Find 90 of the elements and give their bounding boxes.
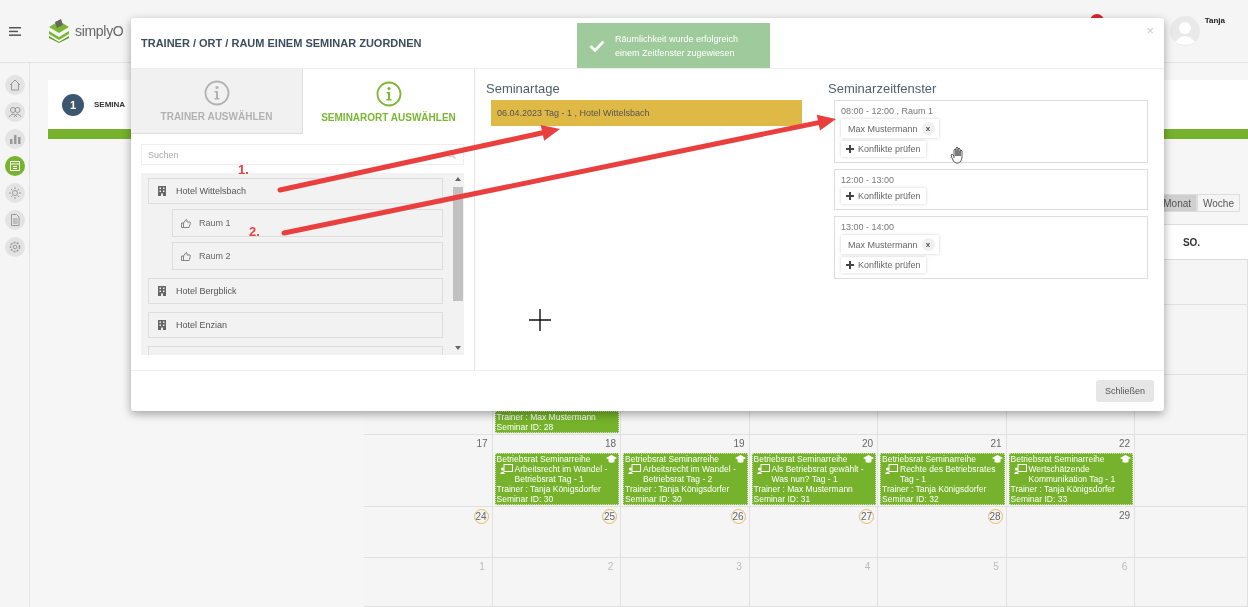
presentation-icon <box>499 464 513 474</box>
graduation-cap-icon <box>1120 455 1131 463</box>
event-trainer: Trainer : Max Mustermann <box>496 412 597 422</box>
annotation-label: 2. <box>249 224 260 239</box>
info-icon <box>375 80 402 107</box>
event-trainer: Trainer : Tanja Königsdorfer <box>625 484 731 494</box>
graduation-cap-icon <box>606 455 617 463</box>
presentation-icon <box>1013 464 1027 474</box>
gear-icon[interactable] <box>4 237 25 257</box>
day-number[interactable]: 29 <box>1118 509 1131 522</box>
step-number[interactable]: 1 <box>62 93 84 116</box>
search-icon[interactable] <box>447 150 456 159</box>
annotation-label: 1. <box>238 162 249 177</box>
toast-message: Räumlichkeit wurde erfolgreich einem Zeitfenster zugewiesen <box>615 32 740 60</box>
event-title: Wertschätzende Kommunikation Tag - 1 <box>1028 464 1117 484</box>
event-trainer: Trainer : Max Mustermann <box>753 484 854 494</box>
dialog-title: TRAINER / ORT / RAUM EINEM SEMINAR ZUORDNEN <box>141 37 422 49</box>
info-icon <box>203 80 230 106</box>
event-seminar-id: Seminar ID: 32 <box>882 494 940 504</box>
day-number[interactable]: 22 <box>1118 437 1131 450</box>
time-slot-label: 08:00 - 12:00 , Raum 1 <box>841 106 934 116</box>
location-item[interactable]: Hotel Enzian <box>148 312 443 338</box>
event-seminar-id: Seminar ID: 30 <box>496 494 555 504</box>
weekday-header: SO. <box>1182 236 1201 248</box>
event-title: Arbeitsrecht im Wandel - Betriebsrat Tag - 2 <box>643 464 737 484</box>
remove-button[interactable]: x <box>921 238 935 251</box>
trainer-name: Max Mustermann <box>848 239 918 250</box>
section-heading: Seminarzeitfenster <box>828 81 938 96</box>
building-icon <box>158 286 166 296</box>
time-slot-label: 12:00 - 13:00 <box>841 175 895 185</box>
search-field[interactable]: Suchen <box>141 144 464 165</box>
thumbs-up-icon <box>181 251 191 261</box>
people-icon[interactable] <box>4 102 25 122</box>
close-button[interactable]: Schließen <box>1095 380 1154 402</box>
thumbs-up-icon <box>181 218 191 228</box>
check-conflicts-button[interactable]: Konflikte prüfen <box>841 141 926 157</box>
event-trainer: Trainer : Tanja Königsdorfer <box>496 484 602 494</box>
presentation-icon <box>628 464 641 474</box>
presentation-icon <box>756 464 770 474</box>
event-seminar-id: Seminar ID: 31 <box>753 494 812 504</box>
event-seminar-id: Seminar ID: 30 <box>625 494 683 504</box>
plus-icon <box>846 261 854 269</box>
event-series: Betriebsrat Seminarreihe <box>1010 454 1105 464</box>
event-title: Arbeitsrecht im Wandel - Betriebsrat Tag - 1 <box>514 464 609 484</box>
chart-icon[interactable] <box>4 129 25 149</box>
day-number[interactable]: 19 <box>732 437 746 450</box>
event-seminar-id: Seminar ID: 33 <box>1010 494 1069 504</box>
location-item[interactable]: Hotel Bergblick <box>148 278 443 304</box>
document-icon[interactable] <box>4 210 25 230</box>
check-conflicts-button[interactable]: Konflikte prüfen <box>841 257 926 273</box>
hand-cursor-icon <box>950 146 963 164</box>
room-item[interactable]: Raum 2 <box>172 242 443 270</box>
plus-icon <box>846 192 854 200</box>
building-icon <box>158 186 166 196</box>
home-icon[interactable] <box>4 75 25 95</box>
graduation-cap-icon <box>863 455 874 463</box>
crosshair-cursor-icon <box>528 308 552 332</box>
graduation-cap-icon <box>734 455 746 463</box>
event-series: Betriebsrat Seminarreihe <box>496 454 591 464</box>
time-slot-label: 13:00 - 14:00 <box>841 222 895 232</box>
checkmark-icon <box>589 39 605 52</box>
day-number[interactable]: 18 <box>604 437 617 450</box>
view-button[interactable]: Woche <box>1197 194 1240 212</box>
user-name[interactable]: Tanja <box>1204 16 1225 25</box>
day-number[interactable]: 20 <box>861 437 874 450</box>
event-seminar-id: Seminar ID: 28 <box>496 422 555 432</box>
event-series: Betriebsrat Seminarreihe <box>753 454 848 464</box>
event-series: Betriebsrat Seminarreihe <box>625 454 719 464</box>
location-item[interactable]: Hotel Wittelsbach <box>148 178 443 204</box>
event-title: Rechte des Betriebsrates Tag - 1 <box>900 464 997 484</box>
section-heading: Seminartage <box>486 81 561 96</box>
event-trainer: Trainer : Tanja Königsdorfer <box>1010 484 1116 494</box>
building-icon <box>158 320 166 330</box>
presentation-icon <box>885 464 898 474</box>
check-conflicts-button[interactable]: Konflikte prüfen <box>841 188 926 204</box>
calendar-icon[interactable] <box>4 156 25 176</box>
day-number[interactable]: 21 <box>989 437 1003 450</box>
day-number[interactable]: 17 <box>475 437 489 450</box>
event-title: Als Betriebsrat gewählt - Was nun? Tag - 1 <box>771 464 865 484</box>
step-label[interactable]: SEMINA <box>94 100 126 110</box>
plus-icon <box>846 145 854 153</box>
menu-icon[interactable] <box>9 26 21 36</box>
event-series: Betriebsrat Seminarreihe <box>882 454 976 464</box>
seminar-day-item[interactable]: 06.04.2023 Tag - 1 , Hotel Wittelsbach <box>491 100 802 126</box>
remove-button[interactable]: x <box>921 122 935 135</box>
sun-icon[interactable] <box>4 183 25 203</box>
logo-text: simplyO <box>75 23 124 39</box>
trainer-name: Max Mustermann <box>848 123 918 134</box>
event-trainer: Trainer : Tanja Königsdorfer <box>882 484 988 494</box>
graduation-cap-icon <box>991 455 1003 463</box>
